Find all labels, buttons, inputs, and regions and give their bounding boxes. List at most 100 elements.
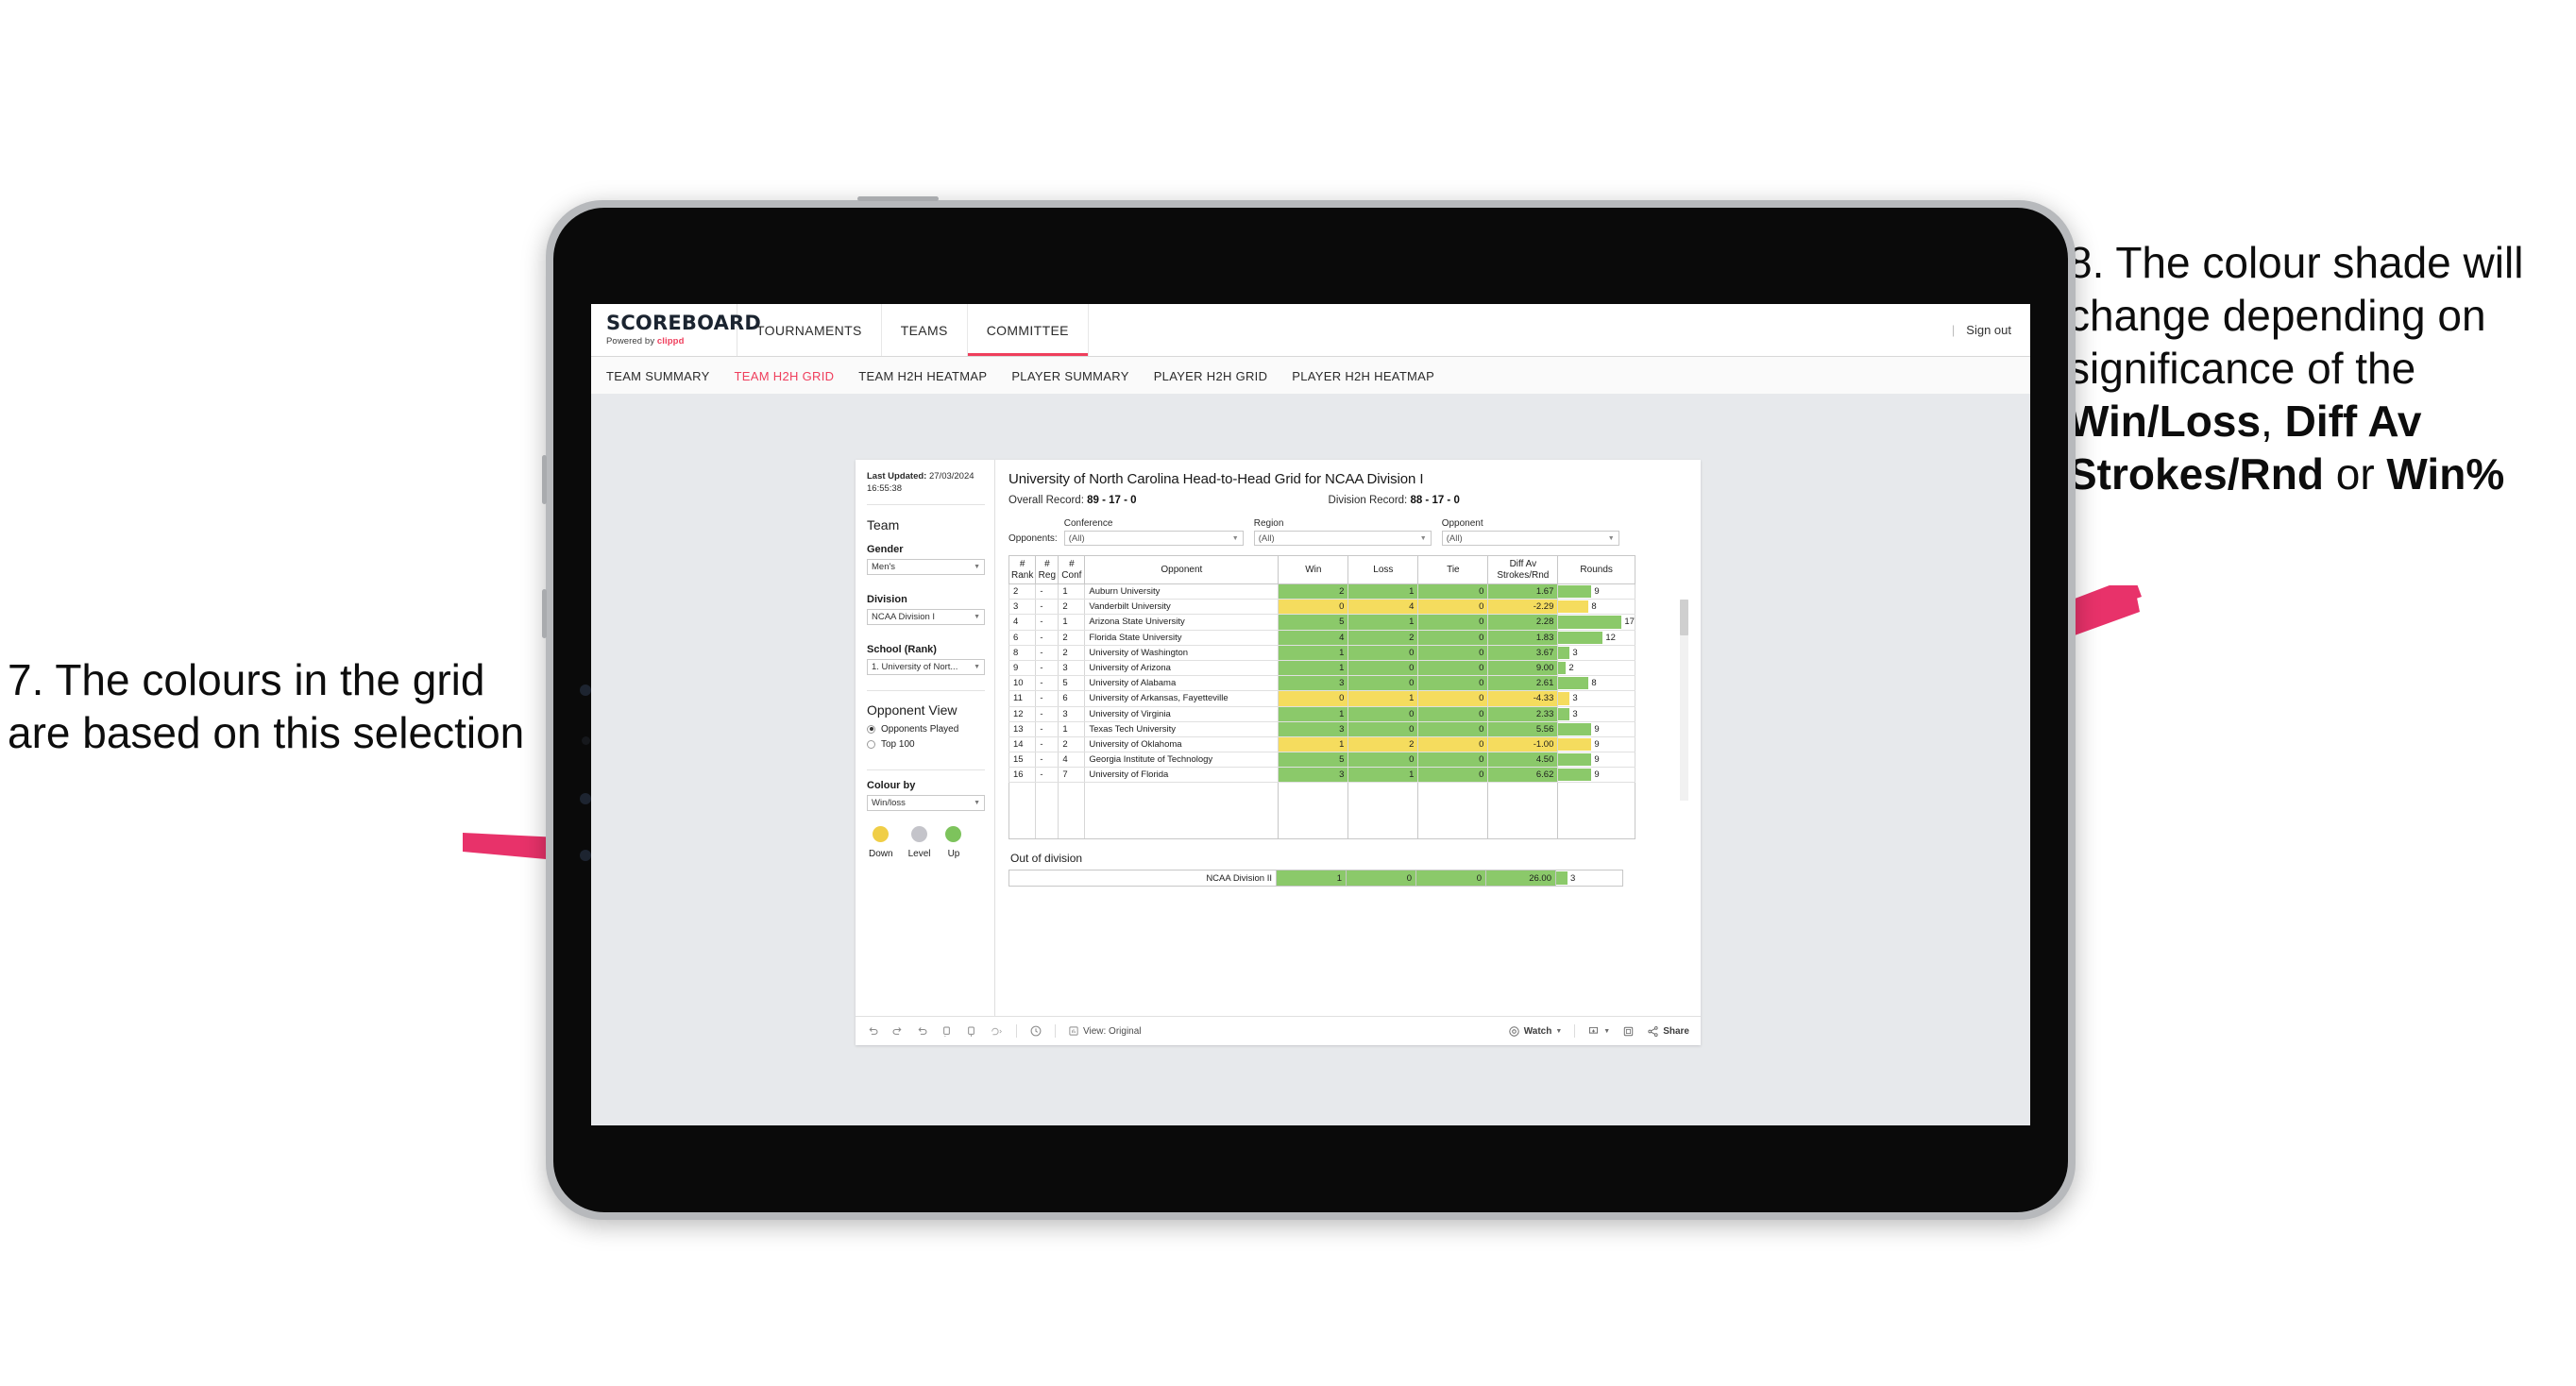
colour-by-select[interactable]: Win/loss ▼ (867, 794, 985, 811)
col-header-rank[interactable]: # Rank (1008, 555, 1037, 584)
cell-rounds: 9 (1557, 583, 1635, 600)
table-row[interactable]: 4-1 Arizona State University 5 1 0 2.28 17 (1008, 614, 1635, 631)
table-row[interactable]: 9-3 University of Arizona 1 0 0 9.00 2 (1008, 660, 1635, 677)
conference-select[interactable]: (All) ▼ (1063, 531, 1244, 546)
rounds-bar-fill (1558, 707, 1570, 720)
table-row[interactable]: 8-2 University of Washington 1 0 0 3.67 3 (1008, 645, 1635, 661)
cell-win: 0 (1278, 599, 1349, 616)
cell-rounds: 9 (1557, 721, 1635, 737)
pause-icon[interactable] (990, 1025, 1004, 1038)
school-rank-select[interactable]: 1. University of Nort... ▼ (867, 658, 985, 675)
legend-swatch-level (911, 825, 928, 842)
legend-label-level: Level (907, 848, 931, 859)
full-screen-icon[interactable] (1622, 1025, 1635, 1038)
cell-win: 1 (1278, 736, 1349, 753)
sign-out-button[interactable]: | Sign out (1952, 304, 2030, 356)
grid-scroll-thumb[interactable] (1680, 600, 1688, 635)
out-of-division-row[interactable]: NCAA Division II 1 0 0 26.00 3 (1008, 870, 1623, 887)
table-row[interactable]: 2-1 Auburn University 2 1 0 1.67 9 (1008, 583, 1635, 600)
cell-diff-av: -2.29 (1487, 599, 1559, 616)
subnav-player-h2h-grid[interactable]: PLAYER H2H GRID (1154, 369, 1268, 383)
spacer-cell (1417, 782, 1489, 840)
table-row[interactable]: 15-4 Georgia Institute of Technology 5 0 0 4.… (1008, 752, 1635, 769)
nav-tab-committee[interactable]: COMMITTEE (967, 304, 1089, 356)
col-header-reg[interactable]: # Reg (1035, 555, 1059, 584)
col-header-win[interactable]: Win (1278, 555, 1349, 584)
cell-win: 2 (1278, 583, 1349, 600)
subnav-player-h2h-heatmap[interactable]: PLAYER H2H HEATMAP (1292, 369, 1434, 383)
subnav-team-h2h-grid[interactable]: TEAM H2H GRID (735, 369, 835, 383)
cell-diff-av: -1.00 (1487, 736, 1559, 753)
col-header-tie[interactable]: Tie (1417, 555, 1489, 584)
cell-rounds: 9 (1557, 736, 1635, 753)
subnav-player-summary[interactable]: PLAYER SUMMARY (1011, 369, 1128, 383)
col-header-loss[interactable]: Loss (1347, 555, 1419, 584)
nav-tab-tournaments[interactable]: TOURNAMENTS (737, 304, 882, 356)
cell-tie: 0 (1417, 690, 1489, 707)
watch-button[interactable]: Watch ▼ (1508, 1025, 1562, 1038)
revert-icon[interactable] (916, 1025, 928, 1038)
col-header-diff-av[interactable]: Diff Av Strokes/Rnd (1487, 555, 1559, 584)
rounds-bar: 2 (1558, 661, 1635, 675)
table-row[interactable]: 6-2 Florida State University 4 2 0 1.83 12 (1008, 630, 1635, 646)
division-record-value: 88 - 17 - 0 (1410, 495, 1460, 506)
rounds-bar-fill (1558, 661, 1567, 675)
col-header-rounds[interactable]: Rounds (1557, 555, 1635, 584)
ood-rounds-bar: 3 (1556, 870, 1622, 886)
tablet-power-button[interactable] (857, 196, 939, 201)
chevron-down-icon: ▼ (974, 663, 980, 670)
subnav-team-summary[interactable]: TEAM SUMMARY (606, 369, 710, 383)
cell-win: 5 (1278, 614, 1349, 631)
division-select[interactable]: NCAA Division I ▼ (867, 608, 985, 625)
annotation-right-mid2: or (2323, 449, 2387, 499)
undo-icon[interactable] (867, 1025, 879, 1038)
table-row[interactable]: 10-5 University of Alabama 3 0 0 2.61 8 (1008, 675, 1635, 692)
tablet-volume-button-down[interactable] (542, 589, 547, 638)
opponent-value: (All) (1446, 532, 1463, 544)
redo-icon[interactable] (891, 1025, 904, 1038)
brand-logo[interactable]: SCOREBOARD Powered by clippd (591, 304, 761, 356)
table-row[interactable]: 3-2 Vanderbilt University 0 4 0 -2.29 8 (1008, 599, 1635, 616)
grid-vertical-scrollbar[interactable] (1680, 600, 1688, 801)
chevron-down-icon: ▼ (974, 563, 980, 570)
cell-tie: 0 (1417, 583, 1489, 600)
refresh-data-icon[interactable] (965, 1025, 977, 1038)
table-row[interactable]: 11-6 University of Arkansas, Fayetteville… (1008, 690, 1635, 707)
spacer-cell (1487, 782, 1559, 840)
table-row[interactable]: 12-3 University of Virginia 1 0 0 2.33 3 (1008, 706, 1635, 722)
radio-opponents-played[interactable]: Opponents Played (867, 724, 985, 735)
cell-loss: 0 (1347, 706, 1419, 722)
cell-diff-av: 2.61 (1487, 675, 1559, 692)
table-row[interactable]: 13-1 Texas Tech University 3 0 0 5.56 9 (1008, 721, 1635, 737)
ood-rounds-fill (1556, 871, 1568, 886)
nav-tab-teams[interactable]: TEAMS (882, 304, 968, 356)
clock-history-icon[interactable] (1029, 1024, 1042, 1038)
cell-loss: 1 (1347, 767, 1419, 784)
cell-tie: 0 (1417, 721, 1489, 737)
cell-diff-av: 3.67 (1487, 645, 1559, 661)
opponent-select[interactable]: (All) ▼ (1441, 531, 1619, 546)
table-row[interactable]: 14-2 University of Oklahoma 1 2 0 -1.00 9 (1008, 736, 1635, 753)
pause-auto-update-icon[interactable] (941, 1025, 953, 1038)
region-select[interactable]: (All) ▼ (1253, 531, 1432, 546)
subnav-team-h2h-heatmap[interactable]: TEAM H2H HEATMAP (858, 369, 987, 383)
tablet-volume-button-up[interactable] (542, 455, 547, 504)
division-value: NCAA Division I (872, 611, 936, 622)
tablet-sensor-2 (580, 793, 591, 804)
cell-reg: - (1035, 583, 1059, 600)
cell-rounds: 8 (1557, 675, 1635, 692)
gender-select[interactable]: Men's ▼ (867, 558, 985, 575)
cell-reg: - (1035, 690, 1059, 707)
share-button[interactable]: Share (1647, 1025, 1689, 1038)
cell-win: 3 (1278, 767, 1349, 784)
download-button[interactable]: ▼ (1587, 1025, 1610, 1038)
cell-rank: 4 (1008, 614, 1037, 631)
col-diff-l2: Strokes/Rnd (1497, 569, 1550, 581)
cell-opponent: Vanderbilt University (1084, 599, 1280, 616)
cell-rank: 13 (1008, 721, 1037, 737)
view-original-button[interactable]: View: Original (1068, 1025, 1142, 1037)
radio-top-100[interactable]: Top 100 (867, 739, 985, 750)
col-header-conf[interactable]: # Conf (1058, 555, 1086, 584)
table-row[interactable]: 16-7 University of Florida 3 1 0 6.62 9 (1008, 767, 1635, 784)
col-header-opponent[interactable]: Opponent (1084, 555, 1280, 584)
